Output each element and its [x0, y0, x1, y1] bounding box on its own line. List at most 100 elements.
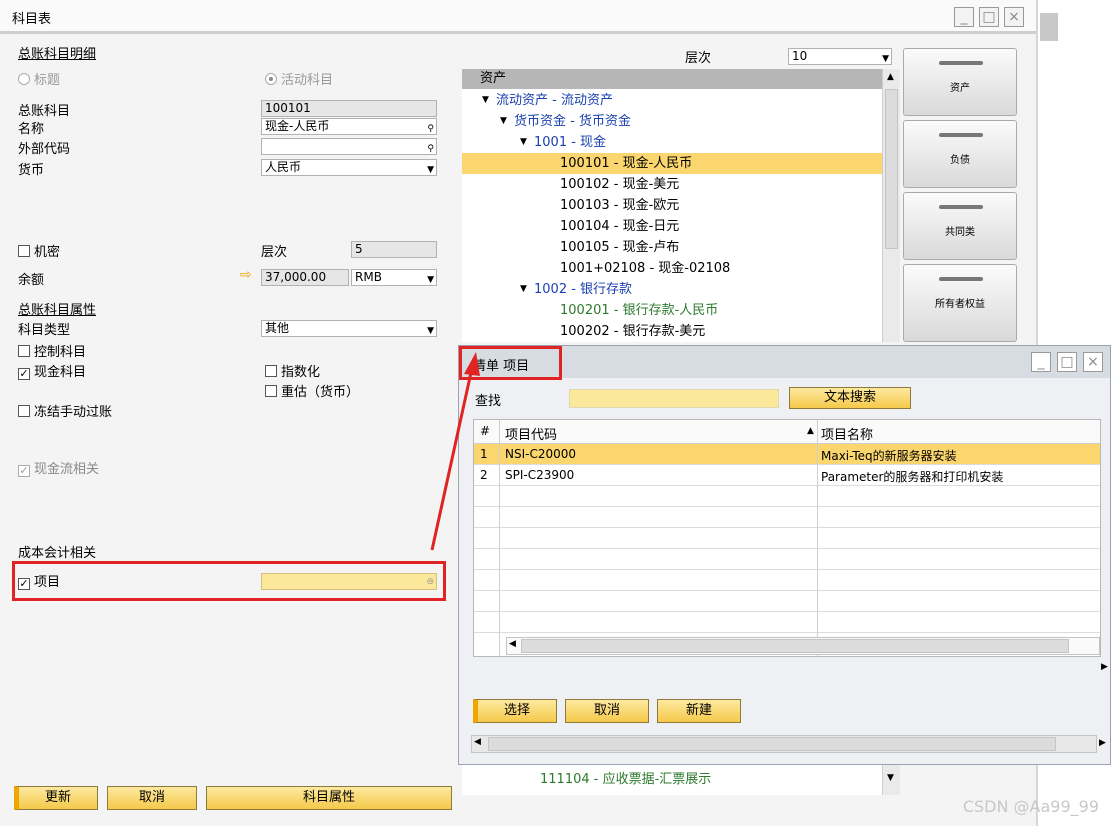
tree-node[interactable]: 100105 - 现金-卢布 — [462, 237, 882, 258]
account-type-select[interactable]: 其他 ▼ — [261, 320, 437, 337]
chevron-up-icon[interactable]: ▲ — [887, 72, 894, 82]
column-header-code[interactable]: 项目代码 — [505, 424, 557, 443]
tree-node[interactable]: 100202 - 银行存款-美元 — [462, 321, 882, 342]
choose-button[interactable]: 选择 — [473, 699, 557, 723]
scroll-thumb[interactable] — [885, 89, 898, 249]
gl-account-field[interactable]: 100101 — [261, 100, 437, 117]
table-row[interactable] — [474, 591, 1100, 612]
drawer-common[interactable]: 共同类 — [903, 192, 1017, 260]
chevron-down-icon: ▼ — [427, 275, 434, 285]
column-header-name[interactable]: 项目名称 — [821, 424, 873, 443]
tree-scrollbar[interactable]: ▲ — [882, 69, 900, 342]
tree-node[interactable]: 1001+02108 - 现金-02108 — [462, 258, 882, 279]
tree-node[interactable]: 100101 - 现金-人民币 — [462, 153, 882, 174]
table-row[interactable]: 2 SPI-C23900 Parameter的服务器和打印机安装 — [474, 465, 1100, 486]
tree-node[interactable]: 100103 - 现金-欧元 — [462, 195, 882, 216]
radio-circle — [18, 73, 30, 85]
table-row[interactable] — [474, 570, 1100, 591]
tree-header: 资产 — [462, 69, 882, 89]
currency-select[interactable]: 人民币 ▼ — [261, 159, 437, 176]
update-button[interactable]: 更新 — [14, 786, 98, 810]
level-label: 层次 — [261, 245, 288, 260]
close-icon[interactable]: × — [1004, 7, 1024, 27]
table-row[interactable] — [474, 486, 1100, 507]
tree-node[interactable]: ▼ 流动资产 - 流动资产 — [462, 90, 882, 111]
tree-node-label: 100202 - 银行存款-美元 — [560, 324, 706, 339]
minimize-icon[interactable]: _ — [954, 7, 974, 27]
text-search-button[interactable]: 文本搜索 — [789, 387, 911, 409]
drill-arrow-icon[interactable]: ⇨ — [240, 267, 252, 283]
tree-node[interactable]: ▼ 货币资金 - 货币资金 — [462, 111, 882, 132]
radio-active-account[interactable]: 活动科目 — [265, 69, 333, 88]
tree-node[interactable]: 100102 - 现金-美元 — [462, 174, 882, 195]
tree-node-label: 1001 - 现金 — [534, 135, 607, 150]
maximize-icon[interactable]: □ — [1057, 352, 1077, 372]
tree-node-label: 1002 - 银行存款 — [534, 282, 633, 297]
chevron-down-icon: ▼ — [882, 54, 889, 64]
annotation-arrow — [430, 352, 480, 551]
drawer-liabilities[interactable]: 负债 — [903, 120, 1017, 188]
tree-node[interactable]: 100104 - 现金-日元 — [462, 216, 882, 237]
cell-name: Maxi-Teq的新服务器安装 — [821, 449, 957, 463]
tree-node[interactable]: 100201 - 银行存款-人民币 — [462, 300, 882, 321]
account-properties-button[interactable]: 科目属性 — [206, 786, 452, 810]
dialog-hscrollbar[interactable]: ◀ — [471, 735, 1097, 753]
expand-arrow-icon[interactable]: ▼ — [500, 111, 507, 132]
chevron-right-icon[interactable]: ▶ — [1101, 662, 1108, 672]
grid-hscrollbar[interactable]: ◀ — [506, 637, 1100, 655]
balance-currency-select[interactable]: RMB ▼ — [351, 269, 437, 286]
checkbox-box — [18, 345, 30, 357]
name-label: 名称 — [18, 122, 45, 137]
cash-account-checkbox[interactable]: ✓ 现金科目 — [18, 361, 86, 380]
drawer-equity[interactable]: 所有者权益 — [903, 264, 1017, 342]
tree-node-label: 100201 - 银行存款-人民币 — [560, 303, 719, 318]
checkbox-box — [18, 245, 30, 257]
block-manual-posting-checkbox[interactable]: 冻结手动过账 — [18, 401, 112, 420]
window-title-bar: 科目表 _ □ × — [0, 0, 1036, 34]
tree-node-label: 100103 - 现金-欧元 — [560, 198, 680, 213]
table-row[interactable] — [474, 507, 1100, 528]
drawer-handle — [939, 61, 983, 65]
revaluation-checkbox[interactable]: 重估（货币） — [265, 381, 359, 400]
dialog-cancel-button[interactable]: 取消 — [565, 699, 649, 723]
chevron-left-icon[interactable]: ◀ — [474, 737, 481, 747]
drawer-handle — [939, 205, 983, 209]
scroll-thumb[interactable] — [521, 639, 1069, 653]
chevron-left-icon[interactable]: ◀ — [509, 639, 516, 649]
table-row[interactable]: 1 NSI-C20000 Maxi-Teq的新服务器安装 — [474, 444, 1100, 465]
tree-node[interactable]: ▼ 1001 - 现金 — [462, 132, 882, 153]
tree-scrollbar-bottom[interactable]: ▼ — [882, 765, 900, 795]
radio-circle — [265, 73, 277, 85]
maximize-icon[interactable]: □ — [979, 7, 999, 27]
grid-body: 1 NSI-C20000 Maxi-Teq的新服务器安装 2 SPI-C23900 Par… — [474, 444, 1100, 634]
chevron-right-icon[interactable]: ▶ — [1099, 738, 1106, 748]
drawer-assets[interactable]: 资产 — [903, 48, 1017, 116]
radio-title[interactable]: 标题 — [18, 69, 60, 88]
table-row[interactable] — [474, 549, 1100, 570]
tree-node[interactable]: ▼ 1002 - 银行存款 — [462, 279, 882, 300]
expand-arrow-icon[interactable]: ▼ — [482, 90, 489, 111]
tree-node-bottom[interactable]: 111104 - 应收票据-汇票展示 — [540, 769, 711, 790]
cancel-button[interactable]: 取消 — [107, 786, 197, 810]
expand-arrow-icon[interactable]: ▼ — [520, 132, 527, 153]
drawer-handle — [939, 277, 983, 281]
tree-node-list: ▼ 流动资产 - 流动资产 ▼ 货币资金 - 货币资金 ▼ 1001 - 现金 100101… — [462, 90, 882, 342]
cell-code: SPI-C23900 — [505, 468, 575, 482]
close-icon[interactable]: × — [1083, 352, 1103, 372]
indexed-checkbox[interactable]: 指数化 — [265, 361, 320, 380]
new-button[interactable]: 新建 — [657, 699, 741, 723]
confidential-checkbox[interactable]: 机密 — [18, 241, 60, 260]
chevron-down-icon[interactable]: ▼ — [887, 773, 894, 783]
expand-arrow-icon[interactable]: ▼ — [520, 279, 527, 300]
table-row[interactable] — [474, 612, 1100, 633]
scroll-thumb[interactable] — [488, 737, 1056, 751]
column-divider — [817, 420, 818, 656]
watermark: CSDN @Aa99_99 — [962, 797, 1099, 816]
control-account-checkbox[interactable]: 控制科目 — [18, 341, 86, 360]
external-code-field[interactable]: ⚲ — [261, 138, 437, 155]
search-input[interactable] — [569, 389, 779, 408]
name-field[interactable]: 现金-人民币 ⚲ — [261, 118, 437, 135]
tree-level-select[interactable]: 10 ▼ — [788, 48, 892, 65]
minimize-icon[interactable]: _ — [1031, 352, 1051, 372]
table-row[interactable] — [474, 528, 1100, 549]
